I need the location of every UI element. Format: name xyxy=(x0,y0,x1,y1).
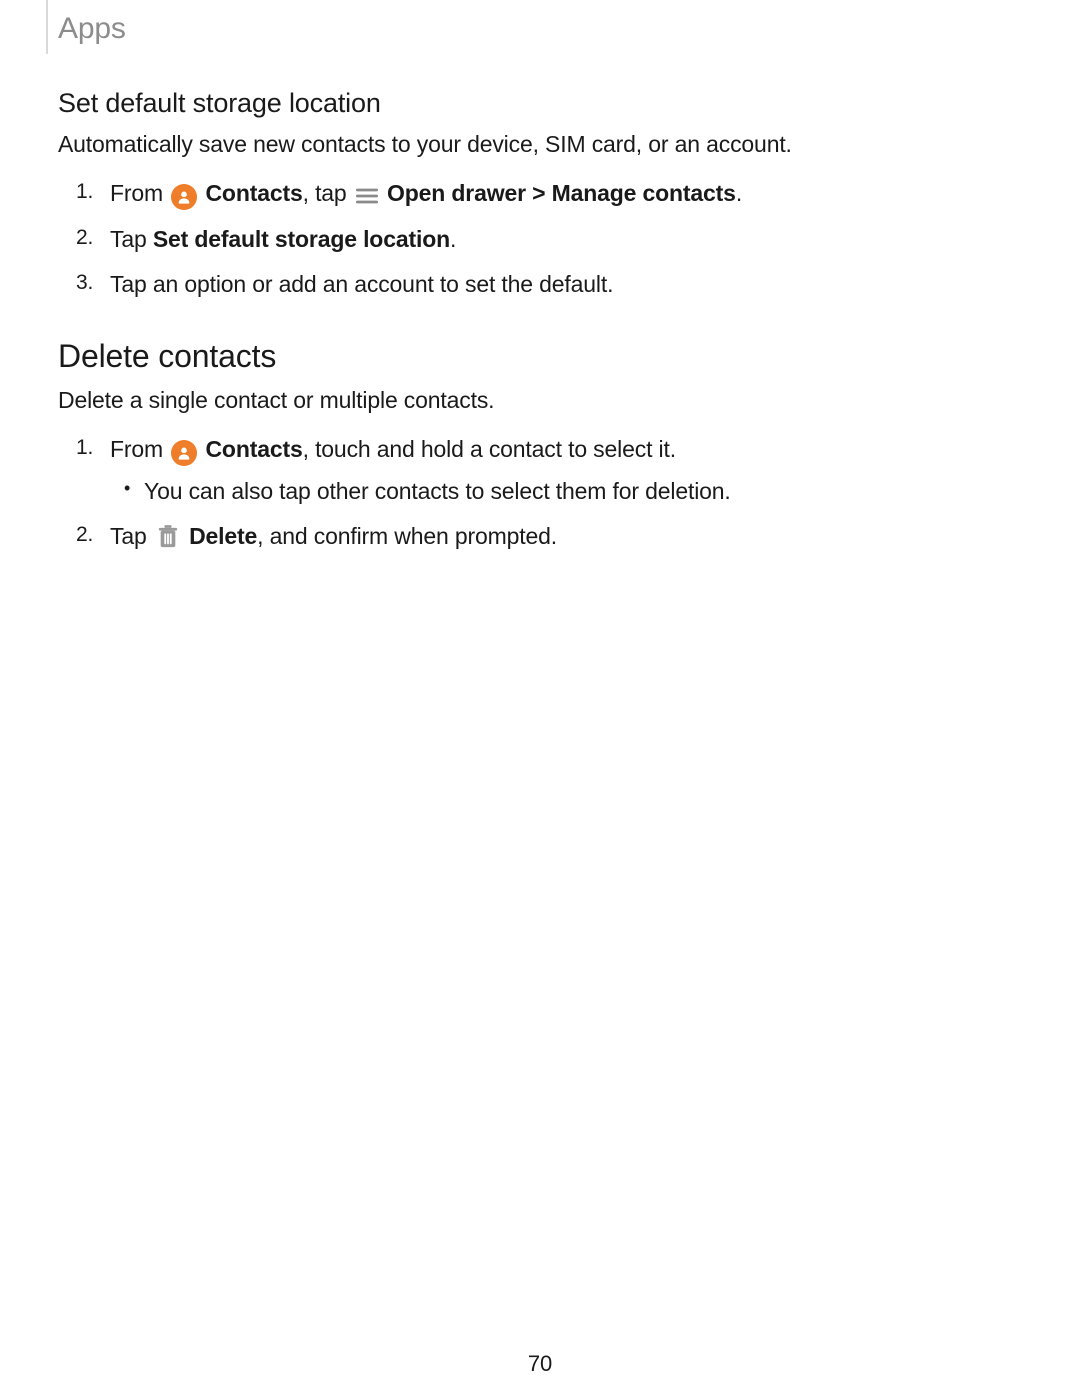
page-header-title: Apps xyxy=(58,12,126,46)
text-tap2: Tap xyxy=(110,226,153,252)
step-storage-3: Tap an option or add an account to set t… xyxy=(106,269,1022,300)
label-delete: Delete xyxy=(189,523,257,549)
contacts-icon xyxy=(171,440,197,466)
section-heading-delete: Delete contacts xyxy=(58,338,1022,375)
label-contacts: Contacts xyxy=(205,180,302,206)
step-delete-2: Tap Delete, and confirm when prompted. xyxy=(106,521,1022,552)
text-period2: . xyxy=(450,226,456,252)
section-intro-storage: Automatically save new contacts to your … xyxy=(58,129,1022,160)
page-content: Set default storage location Automatical… xyxy=(58,88,1022,566)
text-from: From xyxy=(110,180,169,206)
step-storage-1: From Contacts, tap Open drawer > Manage … xyxy=(106,178,1022,210)
text-rest1: , touch and hold a contact to select it. xyxy=(303,436,676,462)
page-number: 70 xyxy=(0,1351,1080,1377)
manual-page: Apps Set default storage location Automa… xyxy=(0,0,1080,1397)
step-delete-1: From Contacts, touch and hold a contact … xyxy=(106,434,1022,507)
text-from2: From xyxy=(110,436,169,462)
section-intro-delete: Delete a single contact or multiple cont… xyxy=(58,385,1022,416)
substeps-delete-1: You can also tap other contacts to selec… xyxy=(110,476,1022,507)
contacts-icon xyxy=(171,184,197,210)
text-period: . xyxy=(736,180,742,206)
open-drawer-icon xyxy=(355,184,379,208)
header-divider xyxy=(46,0,48,54)
step-storage-2: Tap Set default storage location. xyxy=(106,224,1022,255)
text-sep: > xyxy=(526,180,552,206)
text-tap: , tap xyxy=(303,180,353,206)
steps-storage: From Contacts, tap Open drawer > Manage … xyxy=(58,178,1022,300)
steps-delete: From Contacts, touch and hold a contact … xyxy=(58,434,1022,552)
text-rest2: , and confirm when prompted. xyxy=(257,523,557,549)
label-contacts: Contacts xyxy=(205,436,302,462)
label-set-default-storage: Set default storage location xyxy=(153,226,450,252)
text-tap3: Tap xyxy=(110,523,153,549)
label-open-drawer: Open drawer xyxy=(387,180,526,206)
substep-delete-1a: You can also tap other contacts to selec… xyxy=(144,476,1022,507)
label-manage-contacts: Manage contacts xyxy=(552,180,736,206)
section-heading-storage: Set default storage location xyxy=(58,88,1022,119)
delete-icon xyxy=(155,524,181,550)
